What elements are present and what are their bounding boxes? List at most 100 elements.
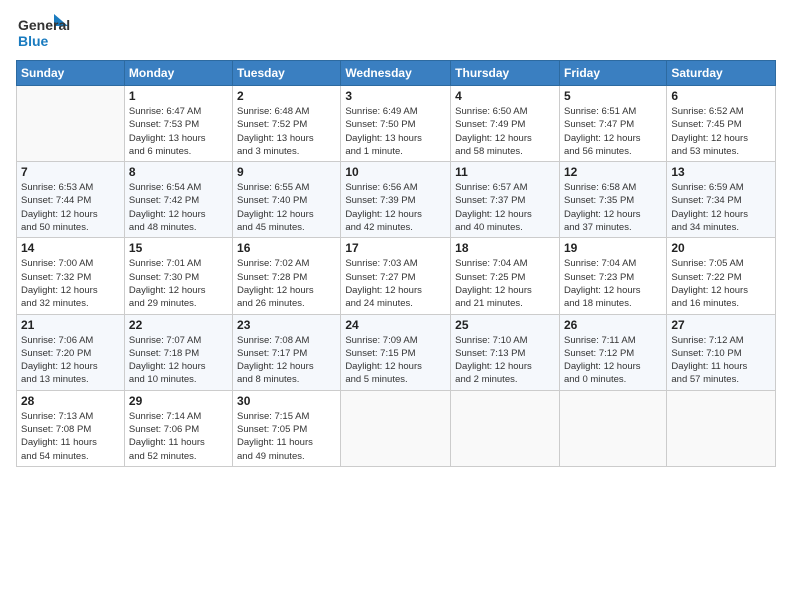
calendar-cell: 27 Sunrise: 7:12 AM Sunset: 7:10 PM Dayli…: [667, 314, 776, 390]
calendar-cell: 30Sunrise: 7:15 AM Sunset: 7:05 PM Dayli…: [233, 390, 341, 466]
day-info: Sunrise: 7:14 AM Sunset: 7:06 PM Dayligh…: [129, 410, 228, 463]
day-info: Sunrise: 6:59 AM Sunset: 7:34 PM Dayligh…: [671, 181, 771, 234]
day-info: Sunrise: 7:04 AM Sunset: 7:23 PM Dayligh…: [564, 257, 662, 310]
day-number: 15: [129, 241, 228, 255]
calendar-cell: [451, 390, 560, 466]
calendar-cell: 28 Sunrise: 7:13 AM Sunset: 7:08 PM Dayli…: [17, 390, 125, 466]
day-info: Sunrise: 7:11 AM Sunset: 7:12 PM Dayligh…: [564, 334, 662, 387]
day-number: 21: [21, 318, 120, 332]
calendar-cell: 14Sunrise: 7:00 AM Sunset: 7:32 PM Dayli…: [17, 238, 125, 314]
day-info: Sunrise: 7:15 AM Sunset: 7:05 PM Dayligh…: [237, 410, 336, 463]
calendar-cell: 15 Sunrise: 7:01 AM Sunset: 7:30 PM Dayli…: [124, 238, 232, 314]
weekday-header-friday: Friday: [559, 61, 666, 86]
calendar: SundayMondayTuesdayWednesdayThursdayFrid…: [16, 60, 776, 467]
calendar-cell: [667, 390, 776, 466]
calendar-cell: 21 Sunrise: 7:06 AM Sunset: 7:20 PM Dayli…: [17, 314, 125, 390]
day-number: 27: [671, 318, 771, 332]
day-number: 11: [455, 165, 555, 179]
day-info: Sunrise: 6:54 AM Sunset: 7:42 PM Dayligh…: [129, 181, 228, 234]
calendar-cell: 20 Sunrise: 7:05 AM Sunset: 7:22 PM Dayli…: [667, 238, 776, 314]
day-info: Sunrise: 6:49 AM Sunset: 7:50 PM Dayligh…: [345, 105, 446, 158]
day-info: Sunrise: 7:03 AM Sunset: 7:27 PM Dayligh…: [345, 257, 446, 310]
calendar-cell: 17 Sunrise: 7:03 AM Sunset: 7:27 PM Dayli…: [341, 238, 451, 314]
day-number: 5: [564, 89, 662, 103]
day-number: 23: [237, 318, 336, 332]
svg-text:Blue: Blue: [18, 33, 49, 49]
day-number: 20: [671, 241, 771, 255]
day-number: 2: [237, 89, 336, 103]
logo-svg: GeneralBlue: [16, 12, 71, 52]
svg-text:General: General: [18, 17, 70, 33]
day-number: 14: [21, 241, 120, 255]
weekday-header-thursday: Thursday: [451, 61, 560, 86]
day-info: Sunrise: 7:07 AM Sunset: 7:18 PM Dayligh…: [129, 334, 228, 387]
day-number: 22: [129, 318, 228, 332]
day-number: 12: [564, 165, 662, 179]
day-info: Sunrise: 7:08 AM Sunset: 7:17 PM Dayligh…: [237, 334, 336, 387]
calendar-cell: 5Sunrise: 6:51 AM Sunset: 7:47 PM Daylig…: [559, 86, 666, 162]
calendar-cell: 16Sunrise: 7:02 AM Sunset: 7:28 PM Dayli…: [233, 238, 341, 314]
day-number: 28: [21, 394, 120, 408]
day-number: 8: [129, 165, 228, 179]
calendar-cell: 1 Sunrise: 6:47 AM Sunset: 7:53 PM Daylig…: [124, 86, 232, 162]
calendar-cell: [341, 390, 451, 466]
page: GeneralBlue SundayMondayTuesdayWednesday…: [0, 0, 792, 612]
calendar-cell: 3Sunrise: 6:49 AM Sunset: 7:50 PM Daylig…: [341, 86, 451, 162]
day-number: 7: [21, 165, 120, 179]
calendar-cell: 22 Sunrise: 7:07 AM Sunset: 7:18 PM Dayli…: [124, 314, 232, 390]
calendar-cell: [17, 86, 125, 162]
weekday-header-row: SundayMondayTuesdayWednesdayThursdayFrid…: [17, 61, 776, 86]
day-number: 26: [564, 318, 662, 332]
calendar-week-3: 14Sunrise: 7:00 AM Sunset: 7:32 PM Dayli…: [17, 238, 776, 314]
calendar-cell: 11 Sunrise: 6:57 AM Sunset: 7:37 PM Dayli…: [451, 162, 560, 238]
calendar-cell: [559, 390, 666, 466]
calendar-cell: 26 Sunrise: 7:11 AM Sunset: 7:12 PM Dayli…: [559, 314, 666, 390]
day-number: 6: [671, 89, 771, 103]
weekday-header-sunday: Sunday: [17, 61, 125, 86]
day-info: Sunrise: 7:05 AM Sunset: 7:22 PM Dayligh…: [671, 257, 771, 310]
day-info: Sunrise: 6:53 AM Sunset: 7:44 PM Dayligh…: [21, 181, 120, 234]
calendar-week-2: 7 Sunrise: 6:53 AM Sunset: 7:44 PM Daylig…: [17, 162, 776, 238]
day-info: Sunrise: 6:56 AM Sunset: 7:39 PM Dayligh…: [345, 181, 446, 234]
calendar-cell: 2 Sunrise: 6:48 AM Sunset: 7:52 PM Daylig…: [233, 86, 341, 162]
calendar-cell: 6 Sunrise: 6:52 AM Sunset: 7:45 PM Daylig…: [667, 86, 776, 162]
day-info: Sunrise: 6:48 AM Sunset: 7:52 PM Dayligh…: [237, 105, 336, 158]
logo: GeneralBlue: [16, 12, 71, 52]
day-number: 25: [455, 318, 555, 332]
calendar-cell: 10Sunrise: 6:56 AM Sunset: 7:39 PM Dayli…: [341, 162, 451, 238]
calendar-cell: 25 Sunrise: 7:10 AM Sunset: 7:13 PM Dayli…: [451, 314, 560, 390]
day-info: Sunrise: 7:01 AM Sunset: 7:30 PM Dayligh…: [129, 257, 228, 310]
day-info: Sunrise: 7:10 AM Sunset: 7:13 PM Dayligh…: [455, 334, 555, 387]
day-number: 17: [345, 241, 446, 255]
day-info: Sunrise: 7:04 AM Sunset: 7:25 PM Dayligh…: [455, 257, 555, 310]
day-number: 9: [237, 165, 336, 179]
calendar-cell: 8 Sunrise: 6:54 AM Sunset: 7:42 PM Daylig…: [124, 162, 232, 238]
weekday-header-monday: Monday: [124, 61, 232, 86]
day-number: 29: [129, 394, 228, 408]
day-number: 4: [455, 89, 555, 103]
day-info: Sunrise: 6:58 AM Sunset: 7:35 PM Dayligh…: [564, 181, 662, 234]
calendar-week-1: 1 Sunrise: 6:47 AM Sunset: 7:53 PM Daylig…: [17, 86, 776, 162]
calendar-cell: 7 Sunrise: 6:53 AM Sunset: 7:44 PM Daylig…: [17, 162, 125, 238]
calendar-cell: 4Sunrise: 6:50 AM Sunset: 7:49 PM Daylig…: [451, 86, 560, 162]
day-info: Sunrise: 6:55 AM Sunset: 7:40 PM Dayligh…: [237, 181, 336, 234]
calendar-cell: 13 Sunrise: 6:59 AM Sunset: 7:34 PM Dayli…: [667, 162, 776, 238]
calendar-week-5: 28 Sunrise: 7:13 AM Sunset: 7:08 PM Dayli…: [17, 390, 776, 466]
calendar-cell: 29 Sunrise: 7:14 AM Sunset: 7:06 PM Dayli…: [124, 390, 232, 466]
calendar-cell: 18Sunrise: 7:04 AM Sunset: 7:25 PM Dayli…: [451, 238, 560, 314]
day-info: Sunrise: 6:57 AM Sunset: 7:37 PM Dayligh…: [455, 181, 555, 234]
day-number: 13: [671, 165, 771, 179]
day-info: Sunrise: 7:12 AM Sunset: 7:10 PM Dayligh…: [671, 334, 771, 387]
weekday-header-wednesday: Wednesday: [341, 61, 451, 86]
day-info: Sunrise: 7:13 AM Sunset: 7:08 PM Dayligh…: [21, 410, 120, 463]
day-number: 19: [564, 241, 662, 255]
day-info: Sunrise: 7:06 AM Sunset: 7:20 PM Dayligh…: [21, 334, 120, 387]
day-info: Sunrise: 7:09 AM Sunset: 7:15 PM Dayligh…: [345, 334, 446, 387]
calendar-cell: 19 Sunrise: 7:04 AM Sunset: 7:23 PM Dayli…: [559, 238, 666, 314]
day-info: Sunrise: 6:47 AM Sunset: 7:53 PM Dayligh…: [129, 105, 228, 158]
weekday-header-tuesday: Tuesday: [233, 61, 341, 86]
day-info: Sunrise: 7:02 AM Sunset: 7:28 PM Dayligh…: [237, 257, 336, 310]
day-number: 1: [129, 89, 228, 103]
weekday-header-saturday: Saturday: [667, 61, 776, 86]
day-info: Sunrise: 6:52 AM Sunset: 7:45 PM Dayligh…: [671, 105, 771, 158]
